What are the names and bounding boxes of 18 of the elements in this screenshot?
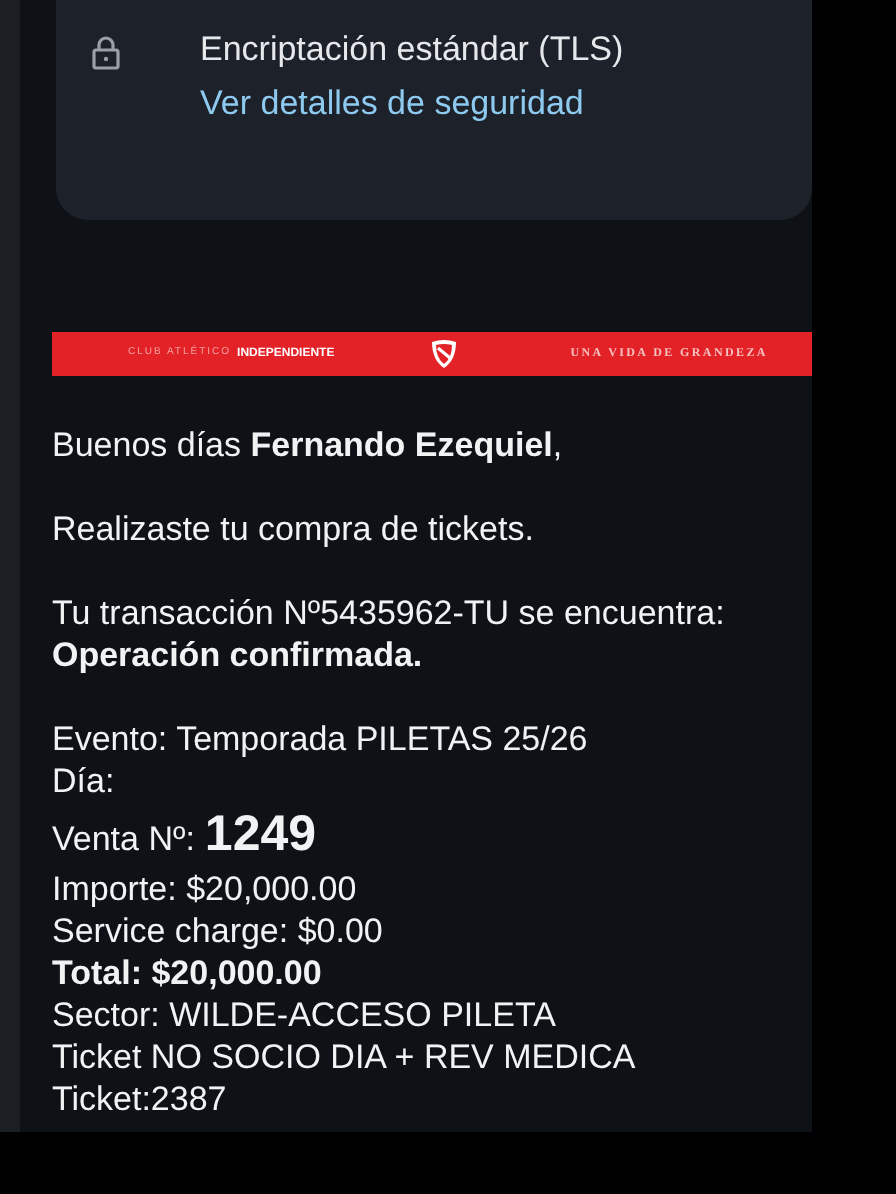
email-text: Sector: WILDE-ACCESO PILETA <box>52 994 556 1036</box>
email-text: Tu transacción Nº5435962-TU se encuentra: <box>52 592 725 634</box>
shield-icon <box>430 338 459 370</box>
lock-icon <box>92 36 120 70</box>
email-text: Importe: $20,000.00 <box>52 868 357 910</box>
email-text: Ticket NO SOCIO DIA + REV MEDICA <box>52 1036 636 1078</box>
email-text: Buenos días Fernando Ezequiel, <box>52 424 563 466</box>
email-text: Realizaste tu compra de tickets. <box>52 508 534 550</box>
email-text: Día: <box>52 760 115 802</box>
sale-label: Venta Nº: <box>52 818 195 862</box>
email-text: Evento: Temporada PILETAS 25/26 <box>52 718 588 760</box>
security-details-link[interactable]: Ver detalles de seguridad <box>200 76 624 132</box>
encryption-label: Encriptación estándar (TLS) <box>200 28 624 72</box>
email-text: Operación confirmada. <box>52 634 423 676</box>
sale-number: 1249 <box>204 806 317 862</box>
email-text: Service charge: $0.00 <box>52 910 383 952</box>
email-text: Ticket:2387 <box>52 1078 227 1120</box>
email-text: Total: $20,000.00 <box>52 952 322 994</box>
